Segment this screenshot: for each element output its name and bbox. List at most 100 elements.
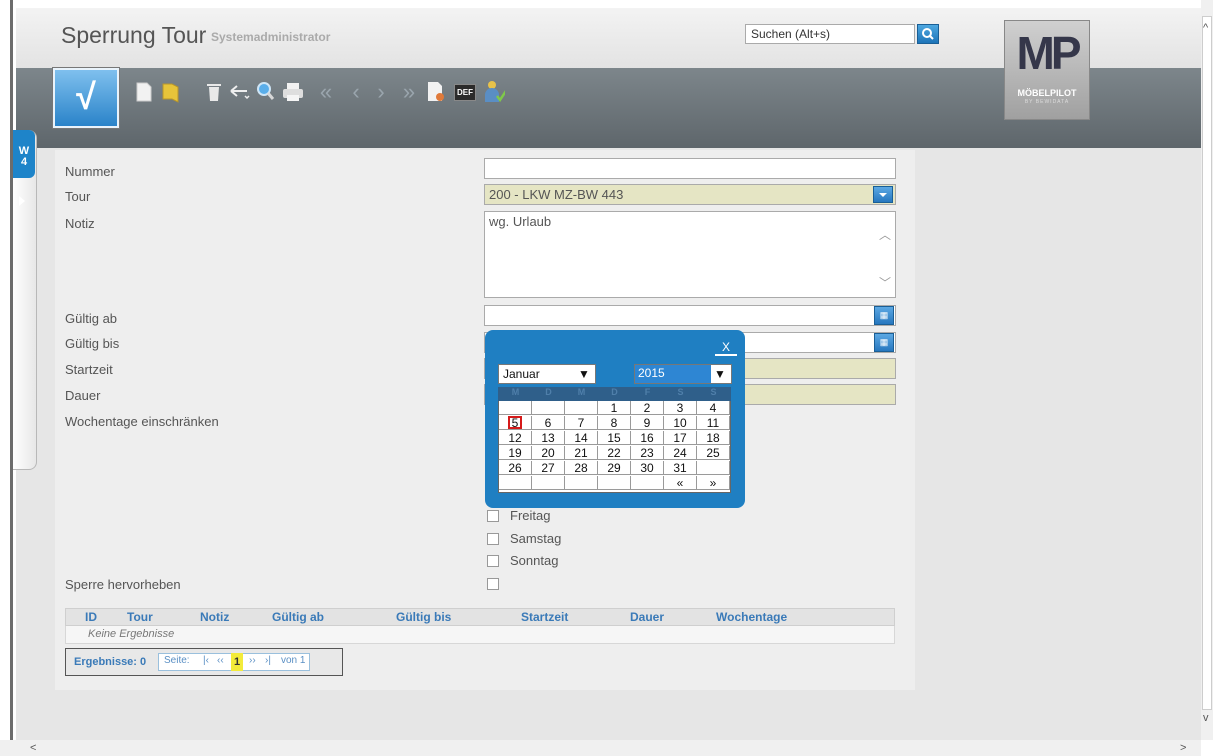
calendar-day-cell[interactable]: 3 <box>664 401 697 415</box>
chevron-down-icon[interactable]: ▼ <box>714 367 726 381</box>
scroll-up-icon[interactable]: ^ <box>1203 22 1208 34</box>
calendar-day-cell[interactable]: 12 <box>499 431 532 445</box>
calendar-day-cell[interactable]: 14 <box>565 431 598 445</box>
undo-button[interactable] <box>229 78 251 106</box>
calendar-day-cell <box>598 476 631 490</box>
printer-icon <box>283 83 303 101</box>
delete-button[interactable] <box>203 78 225 106</box>
calendar-day-cell[interactable]: 22 <box>598 446 631 460</box>
scroll-left-icon[interactable]: < <box>30 742 36 754</box>
calendar-day-cell[interactable]: 21 <box>565 446 598 460</box>
new-record-button[interactable] <box>133 78 155 106</box>
calendar-day-cell <box>499 476 532 490</box>
grid-col-notiz[interactable]: Notiz <box>200 610 229 624</box>
calendar-nav-button[interactable]: » <box>697 476 730 490</box>
calendar-day-cell[interactable]: 13 <box>532 431 565 445</box>
grid-col-dauer[interactable]: Dauer <box>630 610 664 624</box>
horizontal-scrollbar[interactable] <box>0 740 1201 756</box>
calendar-nav-button[interactable]: « <box>664 476 697 490</box>
search-icon <box>922 28 934 40</box>
calendar-day-cell[interactable]: 23 <box>631 446 664 460</box>
chevron-down-icon[interactable]: ▼ <box>578 367 590 381</box>
user-check-button[interactable] <box>483 78 505 106</box>
search-record-button[interactable] <box>255 78 277 106</box>
calendar-day-cell[interactable]: 27 <box>532 461 565 475</box>
tour-dropdown-button[interactable] <box>873 186 893 203</box>
first-page-button[interactable]: |‹ <box>203 655 209 666</box>
next-page-button[interactable]: ›› <box>249 655 256 666</box>
sonntag-checkbox[interactable] <box>487 555 499 567</box>
textarea-scroll-down-icon[interactable]: ﹀ <box>879 274 891 291</box>
calendar-day-cell[interactable]: 31 <box>664 461 697 475</box>
samstag-label: Samstag <box>510 531 562 546</box>
gueltig-ab-calendar-button[interactable]: ▦ <box>874 306 894 325</box>
calendar-day-cell[interactable]: 6 <box>532 416 565 430</box>
current-page[interactable]: 1 <box>231 653 243 671</box>
calendar-day-cell <box>499 401 532 415</box>
grid-col-gueltig-ab[interactable]: Gültig ab <box>272 610 324 624</box>
calendar-day-cell[interactable]: 24 <box>664 446 697 460</box>
window-tab-number: 4 <box>20 156 28 168</box>
notiz-textarea[interactable]: wg. Urlaub <box>484 211 896 298</box>
calendar-day-header-cell: D <box>611 387 618 397</box>
grid-col-gueltig-bis[interactable]: Gültig bis <box>396 610 451 624</box>
calendar-day-cell <box>565 401 598 415</box>
nummer-field[interactable] <box>484 158 896 179</box>
calendar-day-cell[interactable]: 10 <box>664 416 697 430</box>
freitag-checkbox[interactable] <box>487 510 499 522</box>
grid-col-wochentage[interactable]: Wochentage <box>716 610 787 624</box>
calendar-day-cell[interactable]: 29 <box>598 461 631 475</box>
tour-select[interactable]: 200 - LKW MZ-BW 443 <box>484 184 896 205</box>
scroll-down-icon[interactable]: v <box>1203 712 1209 724</box>
samstag-checkbox[interactable] <box>487 533 499 545</box>
grid-col-startzeit[interactable]: Startzeit <box>521 610 568 624</box>
calendar-day-cell[interactable]: 30 <box>631 461 664 475</box>
calendar-day-cell[interactable]: 11 <box>697 416 730 430</box>
grid-empty-text: Keine Ergebnisse <box>88 628 175 640</box>
def-button[interactable]: DEF <box>452 78 478 106</box>
calendar-day-cell[interactable]: 19 <box>499 446 532 460</box>
app-window: Sperrung Tour Systemadministrator Suchen… <box>0 0 1213 756</box>
calendar-day-cell[interactable]: 28 <box>565 461 598 475</box>
open-button[interactable] <box>160 78 182 106</box>
expand-arrow-icon[interactable] <box>19 196 25 206</box>
calendar-day-cell[interactable]: 4 <box>697 401 730 415</box>
calendar-day-cell[interactable]: 16 <box>631 431 664 445</box>
calendar-day-cell[interactable]: 15 <box>598 431 631 445</box>
calendar-day-cell[interactable]: 26 <box>499 461 532 475</box>
wochentage-label: Wochentage einschränken <box>65 414 219 429</box>
textarea-scroll-up-icon[interactable]: ︿ <box>879 226 891 243</box>
last-page-button[interactable]: ›| <box>265 655 271 666</box>
search-button[interactable] <box>917 24 939 44</box>
search-input[interactable]: Suchen (Alt+s) <box>745 24 915 44</box>
sperre-hervorheben-checkbox[interactable] <box>487 578 499 590</box>
calendar-day-cell[interactable]: 18 <box>697 431 730 445</box>
grid-col-id[interactable]: ID <box>85 610 97 624</box>
document-lock-button[interactable] <box>425 78 447 106</box>
side-panel-tab[interactable] <box>13 130 37 470</box>
previous-record-button[interactable]: ‹ <box>345 78 367 106</box>
calendar-day-cell[interactable]: 9 <box>631 416 664 430</box>
calendar-day-header-cell: S <box>677 387 684 397</box>
window-tab-badge[interactable]: W 4 <box>13 130 35 178</box>
scroll-right-icon[interactable]: > <box>1180 742 1186 754</box>
save-button[interactable]: √ <box>53 68 119 128</box>
calendar-day-cell[interactable]: 25 <box>697 446 730 460</box>
grid-col-tour[interactable]: Tour <box>127 610 153 624</box>
calendar-close-button[interactable]: X <box>715 338 737 356</box>
vertical-scroll-thumb[interactable] <box>1202 16 1212 710</box>
calendar-day-cell[interactable]: 20 <box>532 446 565 460</box>
calendar-day-cell[interactable]: 1 <box>598 401 631 415</box>
calendar-day-cell[interactable]: 17 <box>664 431 697 445</box>
year-value[interactable]: 2015 <box>635 365 711 383</box>
first-record-button[interactable]: « <box>315 78 337 106</box>
next-record-button[interactable]: › <box>370 78 392 106</box>
gueltig-ab-field[interactable] <box>484 305 896 326</box>
print-button[interactable] <box>282 78 304 106</box>
calendar-day-cell[interactable]: 2 <box>631 401 664 415</box>
calendar-day-cell[interactable]: 7 <box>565 416 598 430</box>
last-record-button[interactable]: » <box>398 78 420 106</box>
gueltig-bis-calendar-button[interactable]: ▦ <box>874 333 894 352</box>
calendar-day-cell[interactable]: 8 <box>598 416 631 430</box>
previous-page-button[interactable]: ‹‹ <box>217 655 224 666</box>
